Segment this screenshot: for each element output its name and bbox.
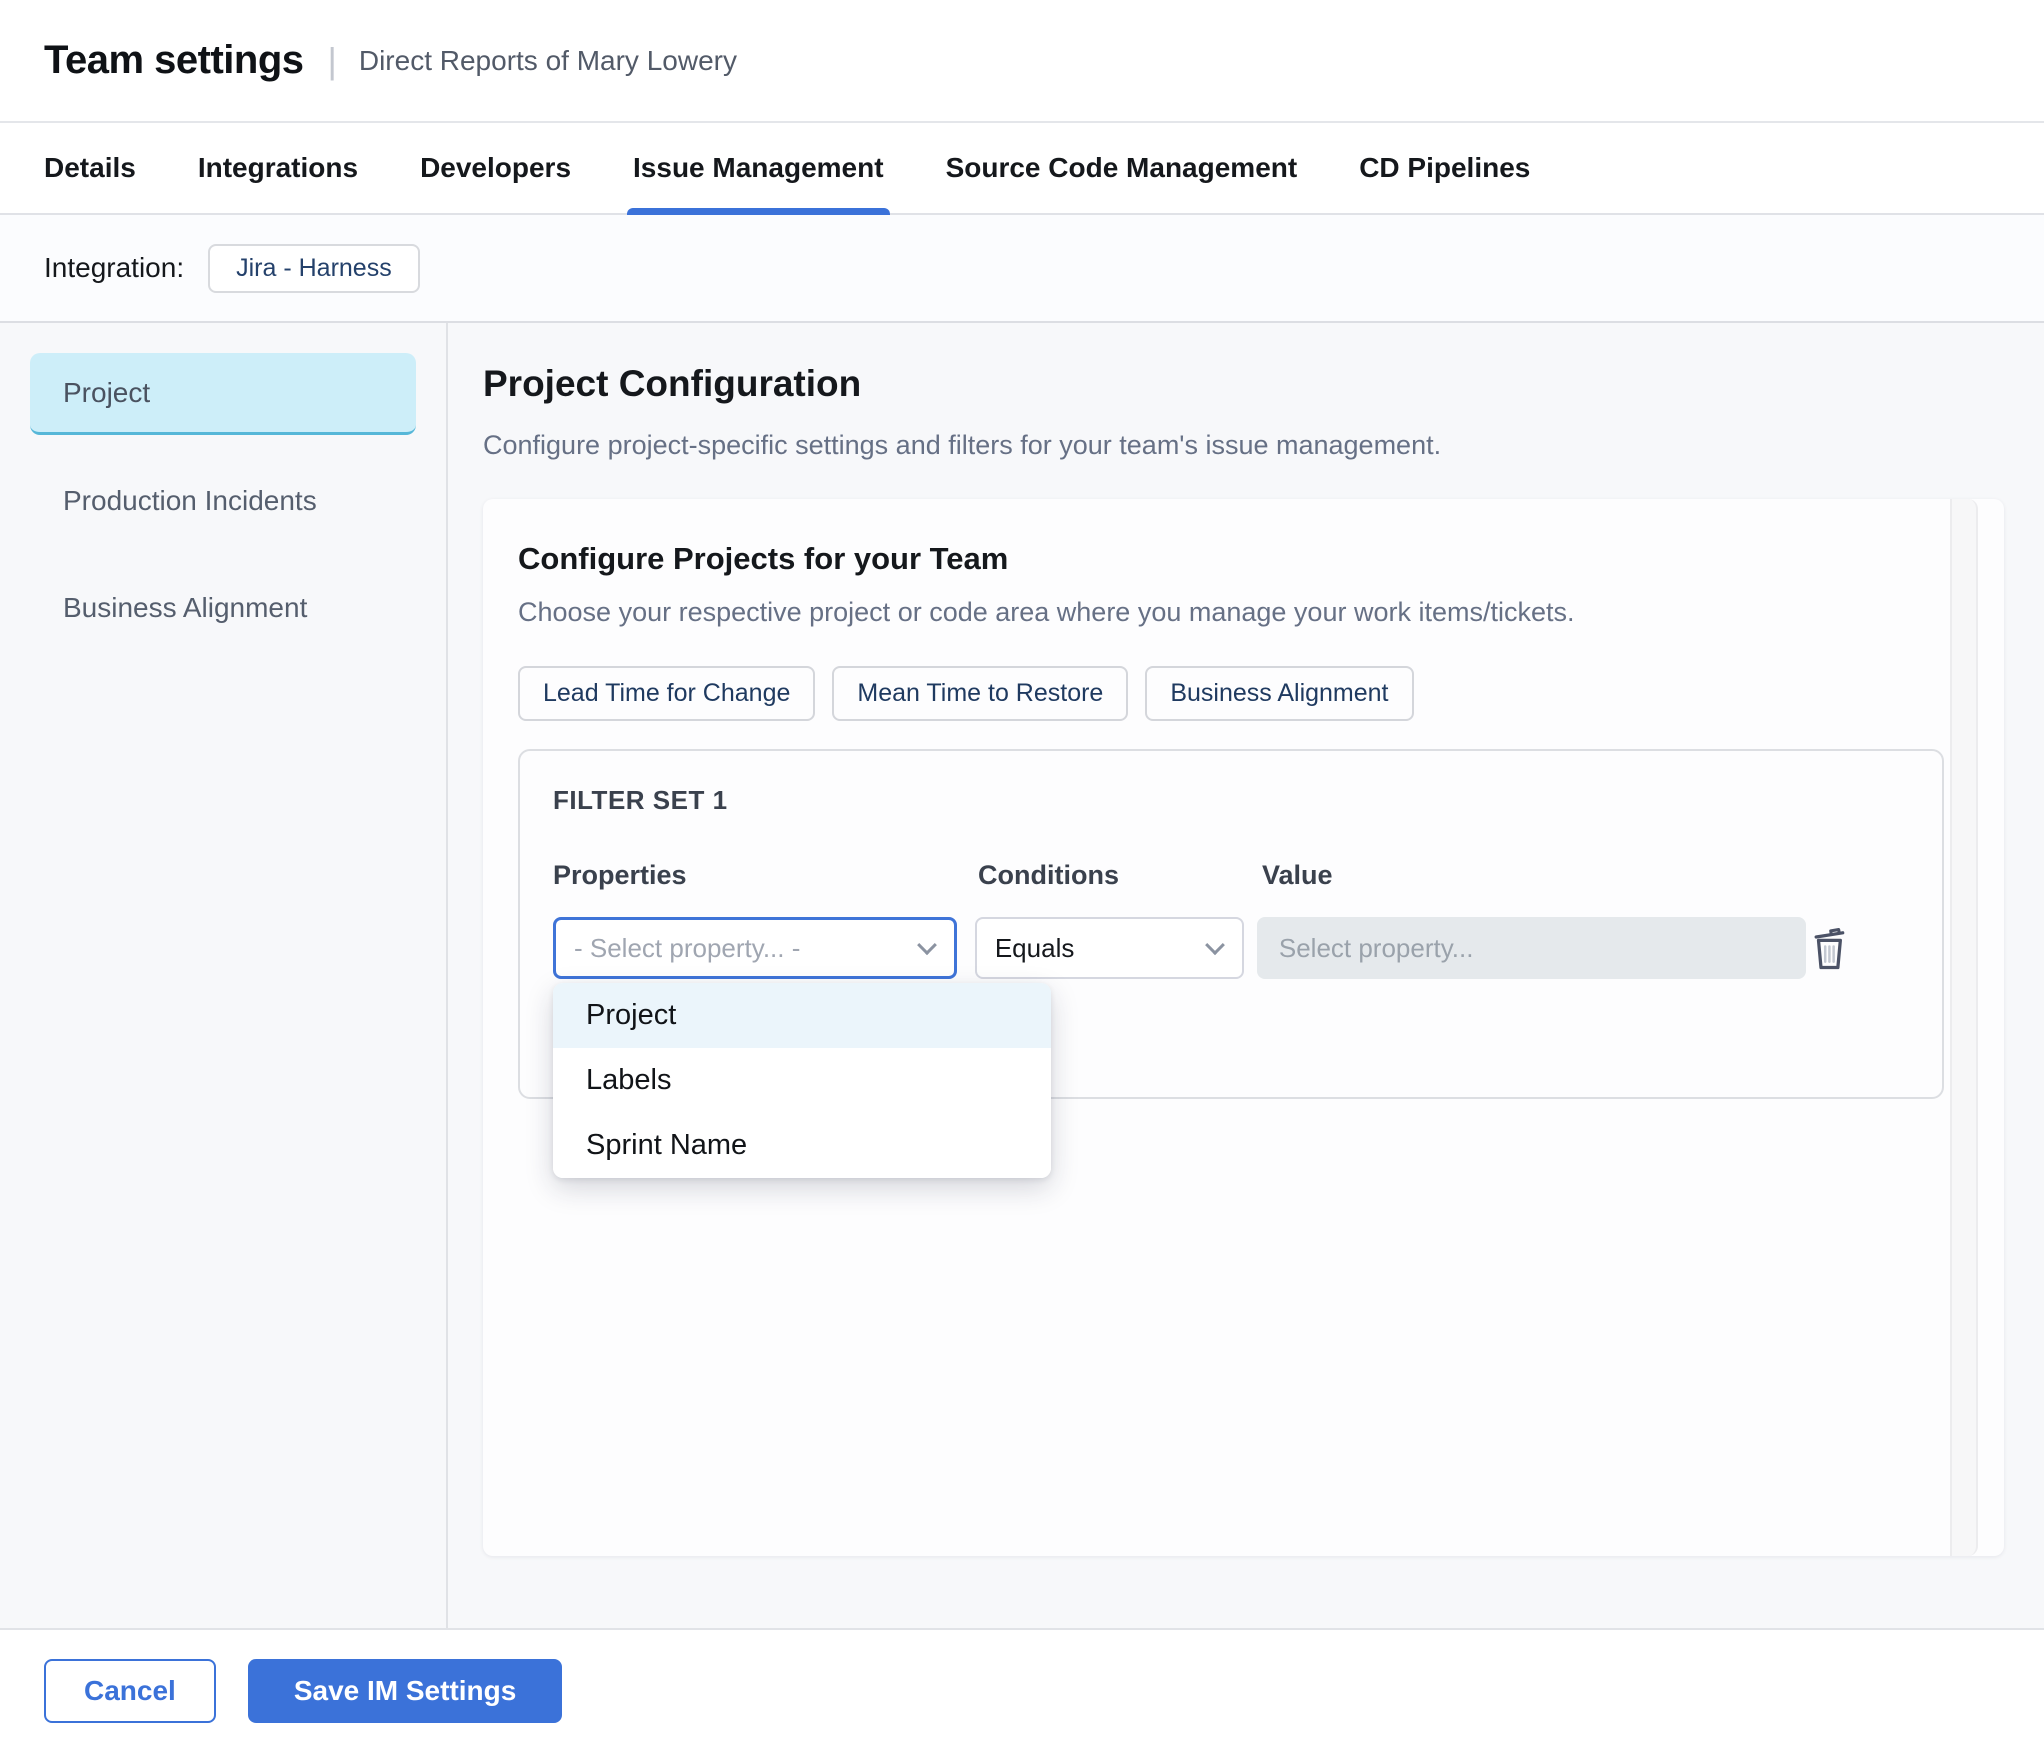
chevron-down-icon — [1204, 935, 1225, 956]
chevron-down-icon — [916, 935, 937, 956]
integration-chip[interactable]: Jira - Harness — [208, 243, 420, 293]
tab-cd-pipelines[interactable]: CD Pipelines — [1359, 123, 1530, 213]
card-description: Choose your respective project or code a… — [518, 597, 1575, 627]
sidebar-item-project[interactable]: Project — [30, 353, 416, 435]
tab-label: Issue Management — [633, 152, 884, 183]
tab-source-code-management[interactable]: Source Code Management — [946, 123, 1298, 213]
filter-column-headers: Properties Conditions Value — [553, 860, 1909, 891]
property-select-value: - Select property... - — [574, 932, 801, 963]
settings-sidebar: Project Production Incidents Business Al… — [0, 323, 448, 1628]
tab-bar: Details Integrations Developers Issue Ma… — [0, 123, 2044, 215]
tab-details[interactable]: Details — [44, 123, 136, 213]
tab-label: CD Pipelines — [1359, 152, 1531, 183]
section-title: Project Configuration — [483, 363, 862, 404]
chip-business-alignment[interactable]: Business Alignment — [1145, 666, 1414, 721]
active-tab-indicator — [627, 208, 890, 215]
tab-integrations[interactable]: Integrations — [198, 123, 358, 213]
metric-chip-row: Lead Time for Change Mean Time to Restor… — [518, 666, 1964, 721]
page-subtitle: Direct Reports of Mary Lowery — [358, 44, 737, 76]
condition-select-value: Equals — [994, 932, 1075, 963]
tab-issue-management[interactable]: Issue Management — [627, 123, 890, 215]
footer-actions: Cancel Save IM Settings — [0, 1628, 2044, 1752]
sidebar-item-label: Project — [63, 376, 151, 408]
page-title: Team settings — [44, 38, 304, 82]
section-description: Configure project-specific settings and … — [483, 430, 1442, 460]
chip-lead-time-for-change[interactable]: Lead Time for Change — [518, 666, 816, 721]
chip-mean-time-to-restore[interactable]: Mean Time to Restore — [832, 666, 1129, 721]
tab-developers[interactable]: Developers — [420, 123, 571, 213]
sidebar-item-label: Production Incidents — [63, 485, 317, 516]
page-header: Team settings | Direct Reports of Mary L… — [0, 0, 2044, 123]
delete-filter-button[interactable] — [1806, 920, 1854, 976]
integration-label: Integration: — [44, 252, 185, 283]
content-area: Project Production Incidents Business Al… — [0, 323, 2044, 1628]
filter-row: - Select property... - Equals Select pro… — [553, 917, 1909, 1178]
value-column-label: Value — [1262, 860, 1333, 890]
tab-label: Details — [44, 152, 136, 183]
sidebar-item-business-alignment[interactable]: Business Alignment — [30, 567, 416, 649]
card-scrollbar[interactable] — [1950, 499, 1978, 1556]
sidebar-item-production-incidents[interactable]: Production Incidents — [30, 460, 416, 542]
tab-label: Integrations — [197, 152, 359, 183]
dropdown-option-labels[interactable]: Labels — [553, 1048, 1051, 1113]
properties-column-label: Properties — [553, 860, 687, 890]
dropdown-option-project[interactable]: Project — [553, 983, 1051, 1048]
save-im-settings-button[interactable]: Save IM Settings — [247, 1659, 563, 1723]
sidebar-item-label: Business Alignment — [63, 592, 308, 623]
configure-projects-card: Configure Projects for your Team Choose … — [483, 499, 2004, 1556]
trash-icon — [1814, 928, 1845, 970]
title-separator: | — [327, 39, 337, 81]
value-input[interactable] — [1256, 917, 1807, 979]
property-dropdown: Project Labels Sprint Name — [553, 983, 1051, 1178]
integration-row: Integration: Jira - Harness — [0, 215, 2044, 323]
card-title: Configure Projects for your Team — [518, 541, 1009, 576]
tab-label: Source Code Management — [945, 152, 1298, 183]
tab-label: Developers — [420, 152, 572, 183]
cancel-button[interactable]: Cancel — [44, 1659, 216, 1723]
main-panel: Project Configuration Configure project-… — [448, 323, 2044, 1628]
conditions-column-label: Conditions — [978, 860, 1119, 890]
dropdown-option-sprint-name[interactable]: Sprint Name — [553, 1113, 1051, 1178]
filter-set-title: FILTER SET 1 — [553, 785, 728, 815]
property-select[interactable]: - Select property... - — [553, 917, 957, 979]
condition-select[interactable]: Equals — [974, 917, 1244, 979]
filter-set-box: FILTER SET 1 Properties Conditions Value… — [518, 749, 1944, 1178]
